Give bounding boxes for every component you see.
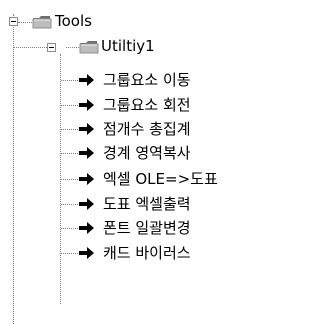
tool-item-cad-virus[interactable]: 캐드 바이러스 <box>79 242 239 264</box>
arrow-right-icon <box>79 247 94 259</box>
folder-icon <box>79 41 99 54</box>
tools-folder-label[interactable]: Tools <box>55 12 92 30</box>
tool-item-point-count[interactable]: 점개수 총집계 <box>79 118 239 140</box>
item-connector <box>61 80 78 81</box>
tool-item-label: 경계 영역복사 <box>103 144 191 162</box>
tool-item-label: 그룹요소 회전 <box>103 96 191 114</box>
group-vertical-connector <box>60 54 61 304</box>
tool-item-label: 폰트 일괄변경 <box>103 219 191 237</box>
item-connector <box>61 105 78 106</box>
item-connector <box>61 253 78 254</box>
tools-collapse-toggle[interactable] <box>9 17 18 26</box>
item-connector <box>61 129 78 130</box>
root-vertical-connector <box>13 14 14 324</box>
tool-item-font-batch-change[interactable]: 폰트 일괄변경 <box>79 217 239 239</box>
arrow-right-icon <box>79 147 94 159</box>
tool-item-label: 그룹요소 이동 <box>103 71 191 89</box>
arrow-right-icon <box>79 99 94 111</box>
tool-item-label: 엑셀 OLE=>도표 <box>103 170 218 188</box>
tool-item-excel-ole-table[interactable]: 엑셀 OLE=>도표 <box>79 168 259 190</box>
root-horizontal-connector <box>18 22 32 23</box>
group-horizontal-connector <box>14 47 47 48</box>
tool-item-group-rotate[interactable]: 그룹요소 회전 <box>79 94 239 116</box>
arrow-right-icon <box>79 222 94 234</box>
tool-item-label: 도표 엑셀출력 <box>103 195 191 213</box>
tool-item-boundary-copy[interactable]: 경계 영역복사 <box>79 142 239 164</box>
arrow-right-icon <box>79 123 94 135</box>
folder-icon <box>32 16 52 29</box>
item-connector <box>61 153 78 154</box>
tree-view: Tools Utiltiy1 그룹요소 이동 그룹요소 회전 점개수 총집계 경… <box>0 0 321 324</box>
tool-item-group-move[interactable]: 그룹요소 이동 <box>79 69 239 91</box>
tool-item-table-excel-export[interactable]: 도표 엑셀출력 <box>79 193 239 215</box>
arrow-right-icon <box>79 74 94 86</box>
utility-collapse-toggle[interactable] <box>47 43 56 52</box>
tool-item-label: 점개수 총집계 <box>103 120 191 138</box>
utility-folder-label[interactable]: Utiltiy1 <box>101 37 155 55</box>
item-connector <box>61 204 78 205</box>
item-connector <box>61 228 78 229</box>
group-to-folder-connector <box>66 47 79 48</box>
arrow-right-icon <box>79 173 94 185</box>
tool-item-label: 캐드 바이러스 <box>103 244 191 262</box>
arrow-right-icon <box>79 198 94 210</box>
item-connector <box>61 179 78 180</box>
